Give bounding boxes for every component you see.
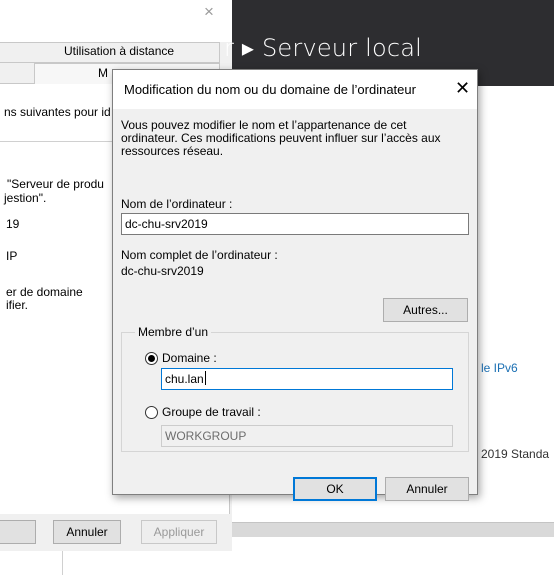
ok-button[interactable]: OK (293, 477, 377, 501)
dialog-title: Modification du nom ou du domaine de l’o… (124, 82, 416, 97)
domain-radio[interactable] (145, 352, 158, 365)
tab-remote-usage[interactable]: Utilisation à distance (64, 44, 174, 58)
text-caret (204, 371, 206, 385)
dialog-description: Vous pouvez modifier le nom et l’apparte… (121, 118, 441, 158)
member-of-legend: Membre d’un (135, 325, 212, 339)
domain-field-value: chu.lan (165, 372, 204, 386)
system-properties-close-icon[interactable]: × (204, 2, 214, 22)
cancel-button[interactable]: Annuler (385, 477, 469, 501)
full-name-value: dc-chu-srv2019 (121, 264, 204, 278)
panel-text-line: ifier. (6, 298, 29, 312)
panel-text-line: "Serveur de produ (7, 177, 104, 191)
system-properties-titlebar (0, 0, 232, 42)
tab-row-lower-edge (0, 63, 34, 84)
workgroup-radio[interactable] (145, 406, 158, 419)
computer-name-field[interactable]: dc-chu-srv2019 (121, 213, 469, 235)
workgroup-field[interactable]: WORKGROUP (161, 425, 453, 447)
domain-field[interactable]: chu.lan (161, 368, 453, 390)
panel-text-line: jestion". (4, 191, 47, 205)
computer-name-label: Nom de l’ordinateur : (121, 197, 233, 211)
os-edition-text: 2019 Standa (481, 447, 550, 461)
domain-radio-label[interactable]: Domaine : (162, 351, 217, 365)
lower-divider (62, 551, 63, 575)
lower-area (0, 551, 554, 575)
more-button[interactable]: Autres... (383, 298, 468, 322)
panel-divider (0, 141, 118, 142)
server-manager-breadcrumb: r ▸ Serveur local (224, 34, 423, 62)
close-icon[interactable]: ✕ (455, 78, 470, 99)
computer-name-dialog: Modification du nom ou du domaine de l’o… (112, 69, 478, 501)
panel-text-line: ns suivantes pour id (4, 105, 111, 119)
apply-button[interactable]: Appliquer (141, 520, 217, 544)
panel-text-line: er de domaine (6, 285, 83, 299)
panel-text-line: 19 (6, 217, 20, 231)
workgroup-radio-label[interactable]: Groupe de travail : (162, 405, 261, 419)
radio-selected-dot (148, 355, 155, 362)
ok-button-background[interactable] (0, 520, 36, 544)
tab-computer-name-label: M (98, 66, 108, 80)
full-name-label: Nom complet de l’ordinateur : (121, 248, 278, 262)
panel-text-line: IP (6, 249, 18, 263)
server-manager-scroll-strip (232, 522, 554, 537)
cancel-button-background[interactable]: Annuler (53, 520, 121, 544)
ipv6-link[interactable]: le IPv6 (481, 361, 518, 375)
